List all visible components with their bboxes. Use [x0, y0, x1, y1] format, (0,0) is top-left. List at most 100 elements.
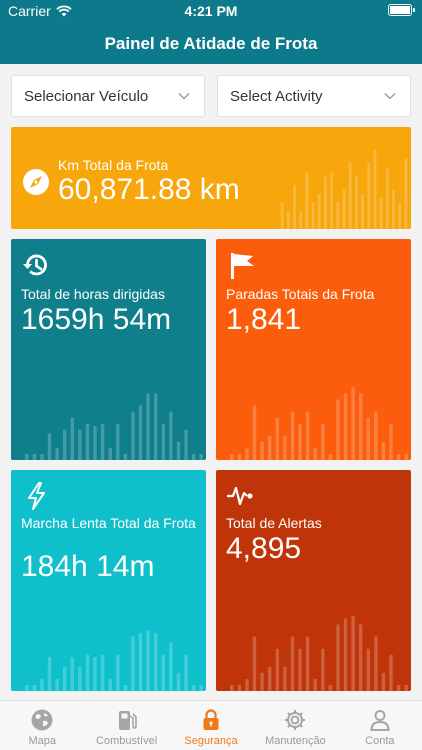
- sparkline-svg: [25, 630, 203, 691]
- filter-bar: Selecionar Veículo Select Activity: [11, 75, 411, 117]
- lock-icon: [203, 709, 219, 730]
- sparkline-bar: [161, 654, 165, 691]
- sparkline-bar: [351, 387, 355, 460]
- sparkline-bar: [286, 211, 290, 229]
- tab-manutencao-label: Manutenção: [265, 735, 326, 747]
- sparkline-bar: [116, 654, 120, 691]
- sparkline-bar: [283, 435, 287, 460]
- stops-sparkline: [228, 339, 410, 460]
- sparkline-bar: [290, 636, 295, 691]
- sparkline-bar: [70, 657, 74, 691]
- sparkline-bar: [313, 447, 317, 460]
- sparkline-bar: [283, 666, 287, 691]
- sparkline-bar: [361, 193, 364, 229]
- sparkline-bar: [63, 429, 67, 460]
- sparkline-bar: [131, 411, 135, 460]
- sparkline-bar: [336, 399, 340, 460]
- app-header: Carrier 4:21 PM Painel de Atidade de Fro…: [0, 0, 422, 64]
- driven-hours-card[interactable]: Total de horas dirigidas 1659h 54m: [11, 239, 206, 460]
- battery-icon: [388, 4, 415, 16]
- gear-icon: [285, 710, 306, 730]
- sparkline-bar: [305, 411, 310, 460]
- sparkline-bar: [252, 636, 257, 691]
- sparkline-bar: [398, 202, 402, 229]
- sparkline-bar: [275, 417, 279, 460]
- total-km-card[interactable]: Km Total da Frota 60,871.88 km: [11, 127, 411, 229]
- pulse-icon: [227, 486, 253, 506]
- tab-seguranca[interactable]: Segurança: [169, 701, 253, 750]
- sparkline-bar: [25, 454, 29, 460]
- total-km-value: 60,871.88 km: [58, 173, 240, 206]
- user-icon: [370, 710, 390, 731]
- vehicle-select[interactable]: Selecionar Veículo: [11, 75, 205, 117]
- sparkline-bar: [154, 393, 158, 460]
- sparkline-bar: [55, 678, 59, 691]
- hours-sparkline: [23, 339, 205, 460]
- sparkline-bar: [40, 454, 44, 460]
- sparkline-bar: [25, 685, 29, 691]
- sparkline-svg: [230, 387, 408, 460]
- sparkline-bar: [161, 423, 165, 460]
- sparkline-bar: [374, 636, 378, 691]
- sparkline-bar: [359, 393, 363, 460]
- total-stops-label: Paradas Totais da Frota: [226, 286, 375, 302]
- tab-mapa[interactable]: Mapa: [0, 701, 84, 750]
- sparkline-bar: [381, 672, 386, 691]
- sparkline-bar: [78, 429, 82, 460]
- tab-conta[interactable]: Conta: [338, 701, 422, 750]
- sparkline-bar: [47, 433, 52, 460]
- sparkline-bar: [305, 636, 310, 691]
- sparkline-bar: [184, 654, 188, 691]
- sparkline-bar: [359, 624, 363, 691]
- sparkline-bar: [348, 163, 352, 229]
- sparkline-bar: [70, 417, 74, 460]
- total-stops-card[interactable]: Paradas Totais da Frota 1,841: [216, 239, 411, 460]
- compass-icon: [23, 169, 49, 195]
- sparkline-bar: [336, 624, 340, 691]
- sparkline-bar: [305, 171, 309, 229]
- sparkline-bar: [379, 198, 383, 229]
- chevron-down-icon: [384, 93, 396, 100]
- sparkline-bar: [367, 163, 371, 229]
- sparkline-bar: [237, 454, 242, 460]
- flag-icon: [231, 253, 254, 279]
- sparkline-svg: [230, 616, 408, 691]
- vehicle-select-value: Selecionar Veículo: [24, 87, 149, 105]
- sparkline-bar: [47, 657, 52, 691]
- tab-combustivel-label: Combustível: [96, 735, 158, 747]
- sparkline-bar: [268, 435, 272, 460]
- sparkline-bar: [317, 193, 321, 229]
- sparkline-bar: [40, 678, 44, 691]
- sparkline-bar: [100, 654, 105, 691]
- sparkline-bar: [366, 417, 370, 460]
- sparkline-bar: [176, 441, 181, 460]
- tab-manutencao[interactable]: Manutenção: [253, 701, 337, 750]
- sparkline-bar: [237, 685, 242, 691]
- sparkline-bar: [78, 666, 82, 691]
- sparkline-bar: [389, 423, 393, 460]
- sparkline-bar: [108, 447, 112, 460]
- sparkline-bar: [298, 648, 302, 691]
- sparkline-bar: [245, 447, 249, 460]
- sparkline-bar: [131, 636, 135, 691]
- activity-select[interactable]: Select Activity: [217, 75, 411, 117]
- sparkline-bar: [392, 189, 395, 229]
- sparkline-bar: [330, 171, 333, 229]
- globe-icon: [31, 709, 53, 731]
- tab-combustivel[interactable]: Combustível: [84, 701, 168, 750]
- driven-hours-value: 1659h 54m: [21, 303, 172, 336]
- sparkline-bar: [93, 657, 97, 691]
- total-alerts-label: Total de Alertas: [226, 515, 322, 531]
- sparkline-bar: [275, 648, 279, 691]
- sparkline-bar: [32, 454, 37, 460]
- sparkline-bar: [191, 685, 196, 691]
- bottom-tab-bar: Mapa Combustível Segurança Manutenção Co…: [0, 700, 422, 750]
- sparkline-bar: [176, 672, 181, 691]
- total-alerts-card[interactable]: Total de Alertas 4,895: [216, 470, 411, 691]
- sparkline-bar: [123, 685, 128, 691]
- tab-seguranca-label: Segurança: [184, 735, 238, 747]
- sparkline-bar: [116, 423, 120, 460]
- sparkline-bar: [268, 666, 272, 691]
- sparkline-bar: [260, 672, 264, 691]
- idle-time-card[interactable]: Marcha Lenta Total da Frota 184h 14m: [11, 470, 206, 691]
